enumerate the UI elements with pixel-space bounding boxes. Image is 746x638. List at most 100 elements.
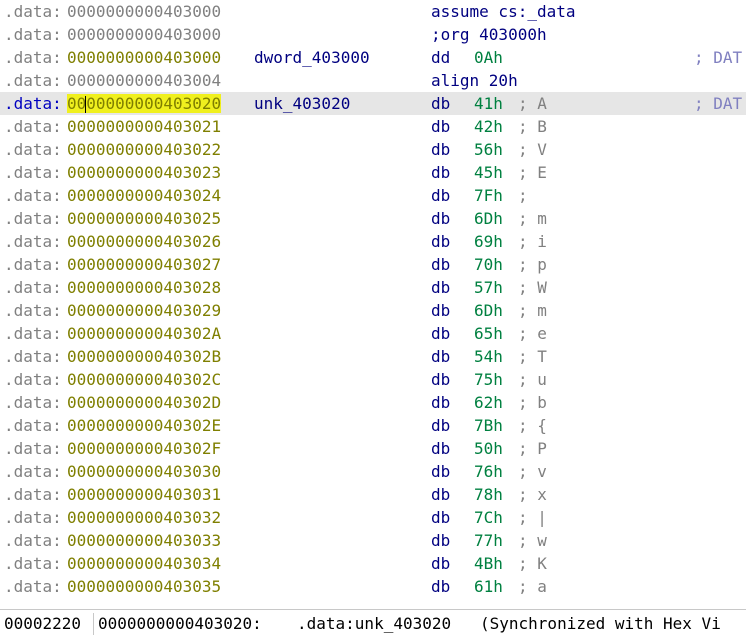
listing-row[interactable]: .data: 0000000000403004 align 20h xyxy=(0,69,746,92)
address[interactable]: 0000000000403025 xyxy=(67,207,221,230)
instruction-mnemonic[interactable]: db xyxy=(431,483,450,506)
address[interactable]: 0000000000403029 xyxy=(67,299,221,322)
address[interactable]: 000000000040302C xyxy=(67,368,221,391)
address[interactable]: 0000000000403032 xyxy=(67,506,221,529)
address[interactable]: 0000000000403000 xyxy=(67,46,221,69)
instruction-operand[interactable]: 42h xyxy=(474,115,503,138)
listing-row[interactable]: .data: 0000000000403027 db 70h ; p xyxy=(0,253,746,276)
instruction-mnemonic[interactable]: db xyxy=(431,506,450,529)
instruction-operand[interactable]: 6Dh xyxy=(474,207,503,230)
address[interactable]: 0000000000403023 xyxy=(67,161,221,184)
address[interactable]: 0000000000403028 xyxy=(67,276,221,299)
listing-row[interactable]: .data: 000000000040302F db 50h ; P xyxy=(0,437,746,460)
listing-row[interactable]: .data: 0000000000403033 db 77h ; w xyxy=(0,529,746,552)
instruction-mnemonic[interactable]: db xyxy=(431,575,450,598)
xref-comment[interactable]: ; DAT xyxy=(694,92,742,115)
listing-row[interactable]: .data: 0000000000403024 db 7Fh; xyxy=(0,184,746,207)
disassembly-listing[interactable]: .data: 0000000000403000 assume cs:_data .da… xyxy=(0,0,746,605)
listing-row[interactable]: .data: 0000000000403000 ;org 403000h xyxy=(0,23,746,46)
address[interactable]: 0000000000403000 xyxy=(67,23,221,46)
instruction-mnemonic[interactable]: db xyxy=(431,437,450,460)
instruction-operand[interactable]: 77h xyxy=(474,529,503,552)
instruction-mnemonic[interactable]: db xyxy=(431,414,450,437)
instruction-operand[interactable]: 50h xyxy=(474,437,503,460)
instruction-operand[interactable]: 62h xyxy=(474,391,503,414)
instruction-mnemonic[interactable]: db xyxy=(431,138,450,161)
instruction-operand[interactable]: 65h xyxy=(474,322,503,345)
instruction-operand[interactable]: 56h xyxy=(474,138,503,161)
address[interactable]: 000000000040302F xyxy=(67,437,221,460)
listing-row[interactable]: .data: 000000000040302E db 7Bh ; { xyxy=(0,414,746,437)
instruction-operand[interactable]: 45h xyxy=(474,161,503,184)
address[interactable]: 0000000000403004 xyxy=(67,69,221,92)
listing-row[interactable]: .data: 000000000040302A db 65h ; e xyxy=(0,322,746,345)
instruction-mnemonic[interactable]: db xyxy=(431,368,450,391)
instruction-operand[interactable]: 7Ch xyxy=(474,506,503,529)
address[interactable]: 0000000000403022 xyxy=(67,138,221,161)
instruction-mnemonic[interactable]: db xyxy=(431,529,450,552)
listing-row[interactable]: .data: 000000000040302B db 54h ; T xyxy=(0,345,746,368)
address[interactable]: 0000000000403020 xyxy=(67,92,222,115)
instruction-mnemonic[interactable]: db xyxy=(431,230,450,253)
instruction-mnemonic[interactable]: db xyxy=(431,299,450,322)
instruction-operand[interactable]: 6Dh xyxy=(474,299,503,322)
address[interactable]: 0000000000403035 xyxy=(67,575,221,598)
instruction-operand[interactable]: 54h xyxy=(474,345,503,368)
instruction-mnemonic[interactable]: db xyxy=(431,184,450,207)
instruction-operand[interactable]: 4Bh xyxy=(474,552,503,575)
instruction-operand[interactable]: 69h xyxy=(474,230,503,253)
address[interactable]: 0000000000403033 xyxy=(67,529,221,552)
listing-row[interactable]: .data: 0000000000403023 db 45h ; E xyxy=(0,161,746,184)
instruction-mnemonic[interactable]: db xyxy=(431,161,450,184)
listing-row[interactable]: .data: 0000000000403028 db 57h ; W xyxy=(0,276,746,299)
instruction-operand[interactable]: 57h xyxy=(474,276,503,299)
address[interactable]: 000000000040302D xyxy=(67,391,221,414)
listing-row[interactable]: .data: 0000000000403026 db 69h ; i xyxy=(0,230,746,253)
listing-row[interactable]: .data: 000000000040302C db 75h ; u xyxy=(0,368,746,391)
instruction-mnemonic[interactable]: db xyxy=(431,276,450,299)
instruction-mnemonic[interactable]: db xyxy=(431,322,450,345)
instruction-mnemonic[interactable]: db xyxy=(431,345,450,368)
instruction-mnemonic[interactable]: db xyxy=(431,115,450,138)
instruction-mnemonic[interactable]: db xyxy=(431,391,450,414)
symbol-name[interactable]: unk_403020 xyxy=(254,92,350,115)
xref-comment[interactable]: ; DAT xyxy=(694,46,742,69)
instruction-operand[interactable]: 78h xyxy=(474,483,503,506)
address[interactable]: 0000000000403027 xyxy=(67,253,221,276)
instruction-operand[interactable]: 70h xyxy=(474,253,503,276)
listing-row[interactable]: .data: 0000000000403021 db 42h ; B xyxy=(0,115,746,138)
listing-row[interactable]: .data: 0000000000403022 db 56h ; V xyxy=(0,138,746,161)
listing-row[interactable]: .data: 0000000000403031 db 78h ; x xyxy=(0,483,746,506)
instruction-operand[interactable]: 76h xyxy=(474,460,503,483)
address[interactable]: 0000000000403000 xyxy=(67,0,221,23)
address[interactable]: 0000000000403026 xyxy=(67,230,221,253)
listing-row[interactable]: .data: 0000000000403025 db 6Dh ; m xyxy=(0,207,746,230)
listing-row[interactable]: .data: 000000000040302D db 62h ; b xyxy=(0,391,746,414)
address[interactable]: 0000000000403021 xyxy=(67,115,221,138)
instruction-mnemonic[interactable]: ;org 403000h xyxy=(431,23,547,46)
instruction-operand[interactable]: 7Bh xyxy=(474,414,503,437)
address[interactable]: 000000000040302A xyxy=(67,322,221,345)
instruction-mnemonic[interactable]: db xyxy=(431,253,450,276)
listing-row[interactable]: .data: 0000000000403030 db 76h ; v xyxy=(0,460,746,483)
listing-row[interactable]: .data: 0000000000403029 db 6Dh ; m xyxy=(0,299,746,322)
address[interactable]: 000000000040302E xyxy=(67,414,221,437)
address[interactable]: 0000000000403034 xyxy=(67,552,221,575)
instruction-mnemonic[interactable]: db xyxy=(431,460,450,483)
instruction-operand[interactable]: 41h xyxy=(474,92,503,115)
listing-row[interactable]: .data: 0000000000403034 db 4Bh ; K xyxy=(0,552,746,575)
instruction-mnemonic[interactable]: db xyxy=(431,207,450,230)
instruction-mnemonic[interactable]: assume cs:_data xyxy=(431,0,576,23)
instruction-mnemonic[interactable]: dd xyxy=(431,46,450,69)
listing-row[interactable]: .data: 0000000000403000 dword_403000 dd 0Ah;… xyxy=(0,46,746,69)
listing-row[interactable]: .data: 0000000000403020 unk_403020 db 41h ; A… xyxy=(0,92,746,115)
address[interactable]: 000000000040302B xyxy=(67,345,221,368)
symbol-name[interactable]: dword_403000 xyxy=(254,46,370,69)
listing-row[interactable]: .data: 0000000000403035 db 61h ; a xyxy=(0,575,746,598)
address[interactable]: 0000000000403024 xyxy=(67,184,221,207)
address[interactable]: 0000000000403030 xyxy=(67,460,221,483)
instruction-operand[interactable]: 61h xyxy=(474,575,503,598)
instruction-operand[interactable]: 7Fh xyxy=(474,184,503,207)
instruction-mnemonic[interactable]: align 20h xyxy=(431,69,518,92)
listing-row[interactable]: .data: 0000000000403032 db 7Ch ; | xyxy=(0,506,746,529)
